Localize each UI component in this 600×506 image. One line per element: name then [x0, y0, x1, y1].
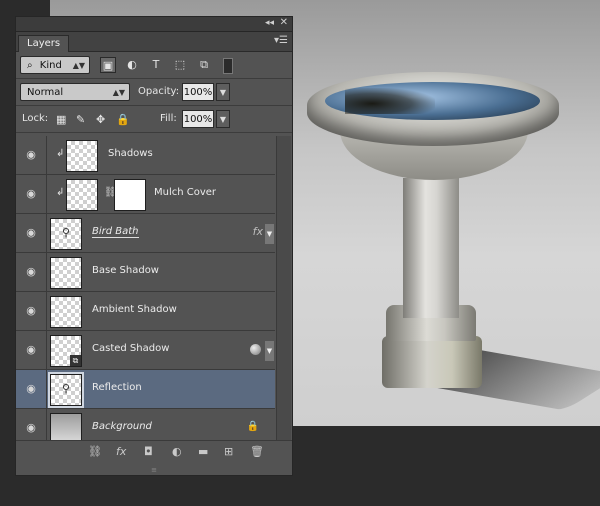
visibility-eye-icon[interactable]: ◉ [16, 214, 47, 252]
layer-effects-icon[interactable]: fx [253, 225, 263, 238]
layers-list: ◉ ↲ Shadows ◉ ↲ ⛓ Mulch Cover ◉ ⚲ Bird B… [16, 136, 275, 448]
visibility-eye-icon[interactable]: ◉ [16, 136, 47, 174]
filter-kind-dropdown[interactable]: ⌕ Kind ▲▼ [20, 56, 90, 74]
shape-filter-icon[interactable]: ⬚ [172, 57, 188, 73]
lock-all-icon[interactable]: 🔒 [116, 114, 130, 125]
layer-thumbnail[interactable]: ⚲ [50, 218, 82, 250]
new-layer-icon[interactable]: ⊞ [224, 445, 233, 459]
layer-filter-row: ⌕ Kind ▲▼ ▣ ◐ T ⬚ ⧉ [16, 52, 292, 79]
layer-row[interactable]: ◉ ⧉ Casted Shadow ▼ [16, 331, 275, 370]
link-layers-icon[interactable]: ⛓ [88, 445, 102, 459]
lock-icon: 🔒 [246, 421, 259, 432]
layer-name[interactable]: Shadows [108, 148, 153, 159]
bird-bath-pedestal [403, 178, 459, 318]
layer-row[interactable]: ◉ Base Shadow [16, 253, 275, 292]
layer-name[interactable]: Ambient Shadow [92, 304, 177, 315]
chevron-updown-icon: ▲▼ [112, 88, 125, 97]
panel-title-bar[interactable]: ◂◂ ✕ [16, 17, 292, 32]
delete-layer-icon[interactable]: 🗑 [250, 445, 264, 459]
reflected-tree [345, 88, 435, 114]
resize-grip-icon[interactable]: ≡ [144, 467, 164, 474]
blend-mode-value: Normal [27, 87, 64, 98]
filter-kind-label: Kind [39, 60, 62, 71]
visibility-eye-icon[interactable]: ◉ [16, 292, 47, 330]
lock-position-icon[interactable]: ✥ [96, 114, 105, 125]
fill-input[interactable]: 100% [182, 110, 214, 128]
layer-name[interactable]: Mulch Cover [154, 187, 216, 198]
new-group-icon[interactable]: ▬ [198, 445, 208, 459]
opacity-label: Opacity: [138, 86, 180, 97]
layer-name[interactable]: Bird Bath [92, 226, 139, 238]
bird-bath-base [382, 336, 482, 388]
blend-mode-dropdown[interactable]: Normal ▲▼ [20, 83, 130, 101]
lock-label: Lock: [22, 113, 49, 124]
layer-thumbnail[interactable] [50, 257, 82, 289]
layer-name[interactable]: Base Shadow [92, 265, 159, 276]
layer-name[interactable]: Casted Shadow [92, 343, 169, 354]
layer-name[interactable]: Background [92, 421, 152, 432]
bird-bath-thumb-icon: ⚲ [62, 226, 71, 239]
lock-transparency-icon[interactable]: ▦ [56, 114, 66, 125]
search-icon: ⌕ [27, 60, 33, 71]
clipping-mask-icon: ↲ [56, 187, 65, 198]
add-mask-icon[interactable]: ◘ [144, 445, 153, 459]
expand-filters-icon[interactable]: ▼ [265, 341, 274, 361]
fill-label: Fill: [160, 113, 177, 124]
bird-bath-thumb-icon: ⚲ [62, 382, 71, 395]
visibility-eye-icon[interactable]: ◉ [16, 331, 47, 369]
smart-object-filter-icon[interactable]: ⧉ [196, 57, 212, 73]
type-filter-icon[interactable]: T [148, 57, 164, 73]
layer-thumbnail[interactable] [66, 140, 98, 172]
layer-thumbnail[interactable] [66, 179, 98, 211]
layer-row-selected[interactable]: ◉ ⚲ Reflection [16, 370, 275, 409]
panel-menu-icon[interactable]: ▾☰ [274, 35, 288, 46]
visibility-eye-icon[interactable]: ◉ [16, 175, 47, 213]
layers-scrollbar[interactable] [276, 136, 291, 452]
chevron-updown-icon: ▲▼ [72, 61, 85, 70]
layer-row[interactable]: ◉ ⚲ Bird Bath fx ▼ [16, 214, 275, 253]
layer-row[interactable]: ◉ ↲ Shadows [16, 136, 275, 175]
opacity-input[interactable]: 100% [182, 83, 214, 101]
visibility-eye-icon[interactable]: ◉ [16, 370, 47, 408]
layer-row[interactable]: ◉ ↲ ⛓ Mulch Cover [16, 175, 275, 214]
panel-footer: ⛓ fx ◘ ◐ ▬ ⊞ 🗑 [16, 440, 292, 463]
visibility-eye-icon[interactable]: ◉ [16, 253, 47, 291]
smart-object-badge-icon: ⧉ [70, 355, 81, 366]
blend-row: Normal ▲▼ Opacity: 100% ▼ [16, 79, 292, 106]
layer-mask-thumbnail[interactable] [114, 179, 146, 211]
clipping-mask-icon: ↲ [56, 148, 65, 159]
expand-effects-icon[interactable]: ▼ [265, 224, 274, 244]
opacity-dropdown-arrow[interactable]: ▼ [216, 83, 230, 101]
lock-image-pixels-icon[interactable]: ✎ [76, 114, 85, 125]
image-filter-icon[interactable]: ▣ [100, 57, 116, 73]
adjustment-filter-icon[interactable]: ◐ [124, 57, 140, 73]
layers-panel: ◂◂ ✕ Layers ▾☰ ⌕ Kind ▲▼ ▣ ◐ T ⬚ ⧉ Norma… [15, 16, 293, 476]
new-adjustment-layer-icon[interactable]: ◐ [172, 445, 182, 459]
collapse-panel-icon[interactable]: ◂◂ [265, 18, 274, 28]
lock-row: Lock: ▦ ✎ ✥ 🔒 Fill: 100% ▼ [16, 106, 292, 133]
layer-thumbnail[interactable]: ⚲ [48, 372, 84, 408]
layer-thumbnail[interactable]: ⧉ [50, 335, 82, 367]
smart-filter-icon[interactable] [250, 344, 261, 355]
layer-name[interactable]: Reflection [92, 382, 142, 393]
fill-dropdown-arrow[interactable]: ▼ [216, 110, 230, 128]
close-panel-icon[interactable]: ✕ [280, 17, 288, 28]
add-layer-style-icon[interactable]: fx [116, 445, 126, 459]
layer-row[interactable]: ◉ Ambient Shadow [16, 292, 275, 331]
panel-tab-bar: Layers ▾☰ [16, 32, 292, 52]
tab-layers[interactable]: Layers [18, 35, 70, 52]
layer-thumbnail[interactable] [50, 296, 82, 328]
filter-toggle-switch[interactable] [223, 58, 233, 74]
